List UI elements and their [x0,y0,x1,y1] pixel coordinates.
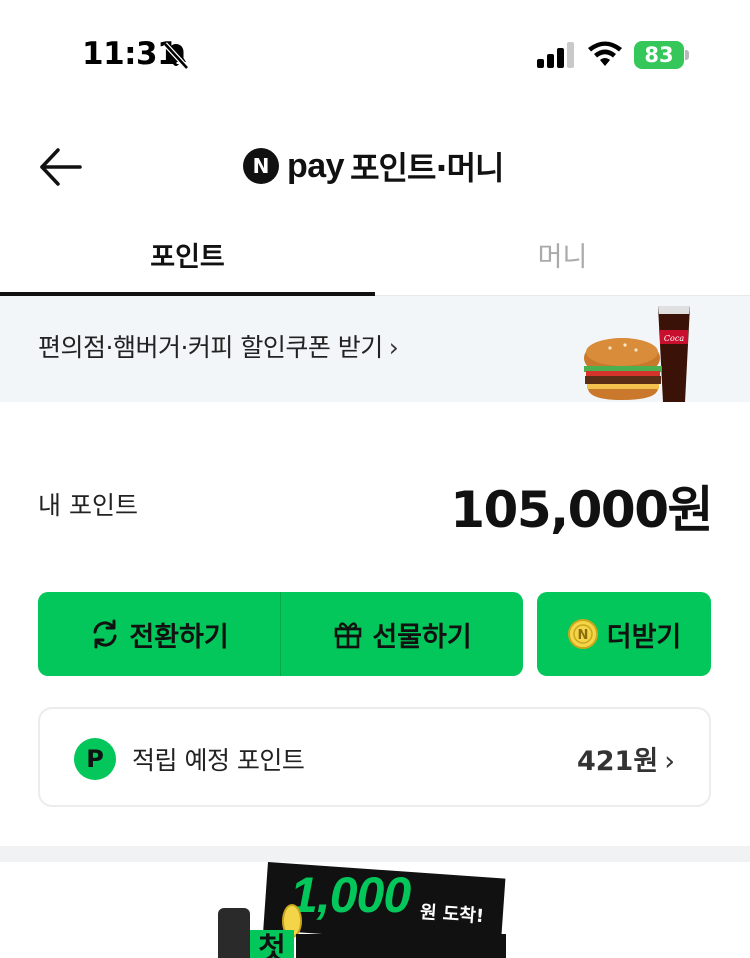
wifi-icon [588,41,622,66]
page-title: N pay 포인트·머니 [243,146,504,187]
banner-label: 편의점·햄버거·커피 할인쿠폰 받기 [38,333,383,362]
naver-n-logo: N [243,148,279,184]
status-bar: 11:31 83 [0,0,750,110]
section-divider [0,846,750,862]
title-text: 포인트·머니 [350,149,504,187]
battery-indicator: 83 [634,41,690,69]
tab-money[interactable]: 머니 [375,226,750,296]
promo-first-badge: 첫 [250,930,294,958]
pending-points-label: 적립 예정 포인트 [132,746,305,775]
banner-text: 편의점·햄버거·커피 할인쿠폰 받기 › [38,328,399,364]
earn-more-label: 더받기 [606,621,682,653]
svg-text:Coca: Coca [664,334,684,343]
coin-icon: N [567,619,598,649]
pending-points-row[interactable]: P 적립 예정 포인트 421원 › [38,707,711,807]
svg-text:N: N [577,628,588,643]
battery-cap [685,50,689,60]
convert-label: 전환하기 [129,621,229,653]
convert-button[interactable]: 전환하기 [38,592,280,676]
pending-points-value: 421원 › [577,739,675,778]
burger-cola-image: Coca [584,306,690,402]
promo-amount: 1,000 [290,867,411,923]
action-button-group: 전환하기 선물하기 [38,592,523,676]
my-points-label: 내 포인트 [38,491,138,520]
battery-level: 83 [644,43,674,67]
my-points-value: 105,000원 [450,481,713,539]
signal-icon [537,42,574,68]
promo-banner[interactable]: 1,000 원 도착! 첫 [0,862,750,958]
promo-strip-secondary [296,934,506,958]
tab-point[interactable]: 포인트 [0,226,375,296]
chevron-right-icon: › [388,333,399,362]
chevron-right-icon: › [664,746,675,777]
coupon-banner[interactable]: 편의점·햄버거·커피 할인쿠폰 받기 › Coca [0,296,750,402]
point-p-icon: P [74,738,116,780]
pay-brand: pay [287,146,345,185]
promo-unit: 원 도착! [419,901,485,928]
gift-icon [335,622,362,649]
phone-illustration [218,908,250,958]
pending-points-amount: 421원 [576,746,659,777]
header: N pay 포인트·머니 [0,120,750,210]
bell-muted-icon [163,42,189,70]
gift-label: 선물하기 [372,621,472,653]
earn-more-button[interactable]: N 더받기 [537,592,711,676]
tab-bar: 포인트 머니 [0,226,750,296]
back-arrow-icon[interactable] [36,142,86,192]
refresh-icon [93,619,117,649]
gift-button[interactable]: 선물하기 [281,592,523,676]
